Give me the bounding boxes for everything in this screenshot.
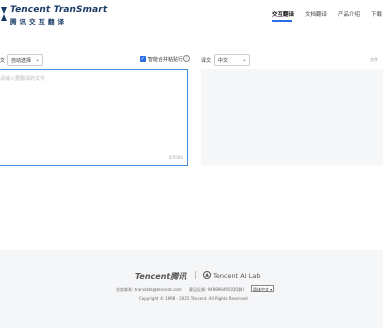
nav-active-underline [272, 20, 292, 22]
nav-document-translate[interactable]: 文档翻译 [305, 10, 327, 18]
feedback-text: 意见反馈: 949896495(QQ群) [189, 287, 244, 292]
chevron-down-icon: ⌄ [241, 56, 247, 63]
target-prefix-label: 译文 [201, 58, 212, 64]
source-language-select[interactable]: 自动选择 ⌄ [7, 54, 43, 66]
tencent-logo: Tencent腾讯 [135, 272, 187, 281]
smart-merge-label: 智能合并粘贴行 [148, 57, 184, 63]
contact-text: 业务联系: translate@tencent.com [116, 287, 182, 292]
logo-chinese-text: 腾讯交互翻译 [10, 18, 67, 26]
translation-output-panel [201, 69, 383, 165]
nav-product-intro[interactable]: 产品介绍 [338, 10, 360, 18]
copyright-text: Copyright © 1998 - 2025 Tencent. All Rig… [139, 296, 249, 301]
logo-english-text: Tencent TranSmart [10, 5, 108, 15]
nav-interactive-translate[interactable]: 交互翻译 [272, 10, 294, 18]
transmart-logo-icon [1, 7, 7, 21]
chevron-down-icon: ⌄ [34, 56, 40, 63]
footer-divider [195, 271, 196, 279]
footer: Tencent腾讯 ▲ Tencent AI Lab 业务联系: transla… [0, 250, 383, 328]
top-bar: Tencent TranSmart 腾讯交互翻译 交互翻译 文档翻译 产品介绍 … [0, 0, 383, 30]
nav-download[interactable]: 下载 [371, 10, 382, 18]
target-language-select[interactable]: 中文 ⌄ [214, 54, 250, 66]
ai-lab-text: Tencent AI Lab [213, 272, 261, 280]
ai-lab-icon: ▲ [203, 271, 211, 279]
translation-toolbar: 文 自动选择 ⌄ ✓ 智能合并粘贴行 ? 译文 中文 ⌄ 文件 [0, 54, 383, 66]
right-hint-text[interactable]: 文件 [370, 57, 378, 63]
source-prefix-label: 文 [0, 58, 6, 64]
source-placeholder: 请输入要翻译的文字 [0, 76, 46, 82]
character-counter: 0/5000 [168, 155, 183, 160]
footer-language-select[interactable]: 简体中文 ▾ [251, 285, 274, 292]
smart-merge-checkbox[interactable]: ✓ [140, 56, 146, 62]
target-language-value: 中文 [218, 58, 229, 64]
source-text-input[interactable]: 请输入要翻译的文字 0/5000 [0, 69, 188, 166]
source-language-value: 自动选择 [11, 58, 32, 64]
help-icon[interactable]: ? [183, 55, 190, 62]
